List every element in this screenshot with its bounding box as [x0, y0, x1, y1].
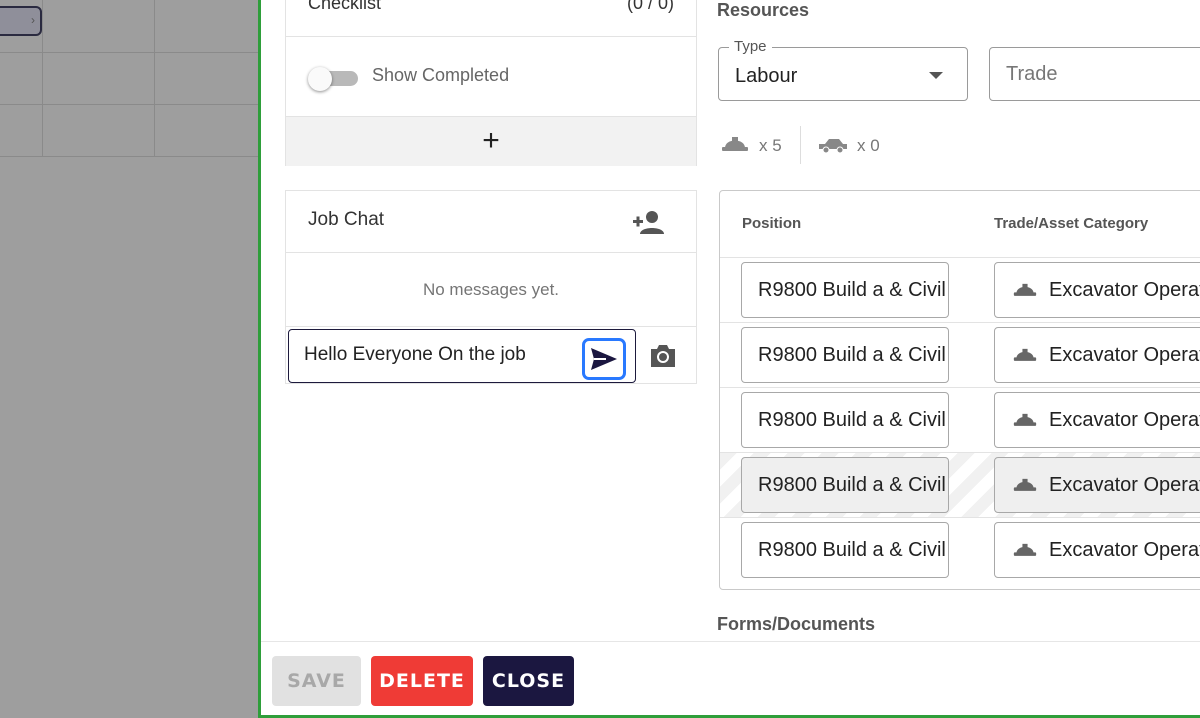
position-value: R9800 Build a & Civil — [758, 539, 946, 561]
trade-placeholder: Trade — [1006, 63, 1058, 85]
grid-line — [0, 156, 260, 157]
save-button[interactable]: SAVE — [272, 656, 361, 706]
vehicle-icon — [819, 139, 847, 154]
grid-line — [0, 104, 260, 105]
camera-icon[interactable] — [648, 343, 678, 369]
position-value: R9800 Build a & Civil — [758, 344, 946, 366]
position-value: R9800 Build a & Civil — [758, 279, 946, 301]
trade-value: Excavator Operator — [1049, 474, 1200, 496]
column-header-position: Position — [742, 215, 802, 232]
job-chat-card: Job Chat No messages yet. Hello Everyone… — [285, 190, 697, 384]
trade-value: Excavator Operator — [1049, 539, 1200, 561]
trade-value: Excavator Operator — [1049, 409, 1200, 431]
table-row: R9800 Build a & Civil Excavator Operator — [720, 387, 1200, 452]
show-completed-toggle[interactable] — [308, 67, 360, 91]
labour-count: x 5 — [759, 136, 782, 155]
position-field[interactable]: R9800 Build a & Civil — [741, 327, 949, 383]
checklist-header: Checklist (0 / 0) — [286, 0, 696, 37]
resource-counts: x 5 x 0 — [721, 126, 921, 164]
trade-field[interactable]: Excavator Operator — [994, 327, 1200, 383]
show-completed-row: Show Completed — [286, 38, 696, 116]
trade-field[interactable]: Excavator Operator — [994, 262, 1200, 318]
type-select[interactable]: Type Labour — [718, 38, 968, 101]
trade-field[interactable]: Excavator Operator — [994, 457, 1200, 513]
counts-divider — [800, 126, 801, 164]
forms-documents-heading: Forms/Documents — [717, 614, 876, 634]
send-icon — [591, 348, 617, 370]
toggle-thumb — [308, 67, 332, 91]
hard-hat-icon — [1013, 413, 1037, 426]
trade-value: Excavator Operator — [1049, 344, 1200, 366]
job-chat-title: Job Chat — [308, 209, 385, 230]
chat-message-text: Hello Everyone On the job — [304, 344, 526, 365]
send-button[interactable] — [582, 338, 626, 380]
checklist-title: Checklist — [308, 0, 382, 13]
hard-hat-icon — [1013, 478, 1037, 491]
trade-value: Excavator Operator — [1049, 279, 1200, 301]
checklist-count: (0 / 0) — [626, 0, 674, 13]
delete-button[interactable]: DELETE — [371, 656, 473, 706]
position-field[interactable]: R9800 Build a & Civil — [741, 457, 949, 513]
position-field[interactable]: R9800 Build a & Civil — [741, 522, 949, 578]
table-row: R9800 Build a & Civil Excavator Operator — [720, 517, 1200, 582]
resources-table: Position Trade/Asset Category R9800 Buil… — [719, 190, 1200, 590]
grid-line — [42, 0, 43, 157]
hard-hat-icon — [722, 137, 748, 151]
background-grid: › — [0, 0, 260, 718]
resources-heading: Resources — [717, 0, 810, 20]
job-modal: Checklist (0 / 0) Show Completed + Job C… — [258, 0, 1200, 718]
type-legend: Type — [729, 38, 772, 55]
position-value: R9800 Build a & Civil — [758, 474, 946, 496]
trade-field[interactable]: Excavator Operator — [994, 392, 1200, 448]
grid-line — [154, 0, 155, 157]
table-row: R9800 Build a & Civil Excavator Operator — [720, 257, 1200, 322]
modal-footer: SAVE DELETE CLOSE — [261, 641, 1200, 715]
hard-hat-icon — [1013, 543, 1037, 556]
table-row: R9800 Build a & Civil Excavator Operator — [720, 322, 1200, 387]
position-field[interactable]: R9800 Build a & Civil — [741, 392, 949, 448]
hard-hat-icon — [1013, 283, 1037, 296]
close-button[interactable]: CLOSE — [483, 656, 574, 706]
equipment-count: x 0 — [857, 136, 880, 155]
background-event-chip[interactable]: › — [0, 6, 42, 36]
trade-field[interactable]: Excavator Operator — [994, 522, 1200, 578]
position-value: R9800 Build a & Civil — [758, 409, 946, 431]
grid-line — [0, 52, 260, 53]
add-checklist-item-button[interactable]: + — [286, 116, 696, 166]
chat-message-input[interactable]: Hello Everyone On the job — [288, 329, 636, 383]
table-row: R9800 Build a & Civil Excavator Operator — [720, 452, 1200, 517]
show-completed-label: Show Completed — [372, 65, 510, 85]
job-chat-header: Job Chat — [286, 191, 696, 253]
position-field[interactable]: R9800 Build a & Civil — [741, 262, 949, 318]
chevron-right-icon: › — [31, 13, 35, 27]
hard-hat-icon — [1013, 348, 1037, 361]
type-value: Labour — [735, 65, 798, 87]
column-header-trade: Trade/Asset Category — [994, 215, 1149, 232]
trade-select[interactable]: Trade — [989, 47, 1200, 101]
dropdown-caret-icon — [929, 72, 943, 79]
add-person-icon[interactable] — [632, 209, 666, 235]
checklist-card: Checklist (0 / 0) Show Completed + — [285, 0, 697, 166]
no-messages-text: No messages yet. — [286, 253, 696, 327]
